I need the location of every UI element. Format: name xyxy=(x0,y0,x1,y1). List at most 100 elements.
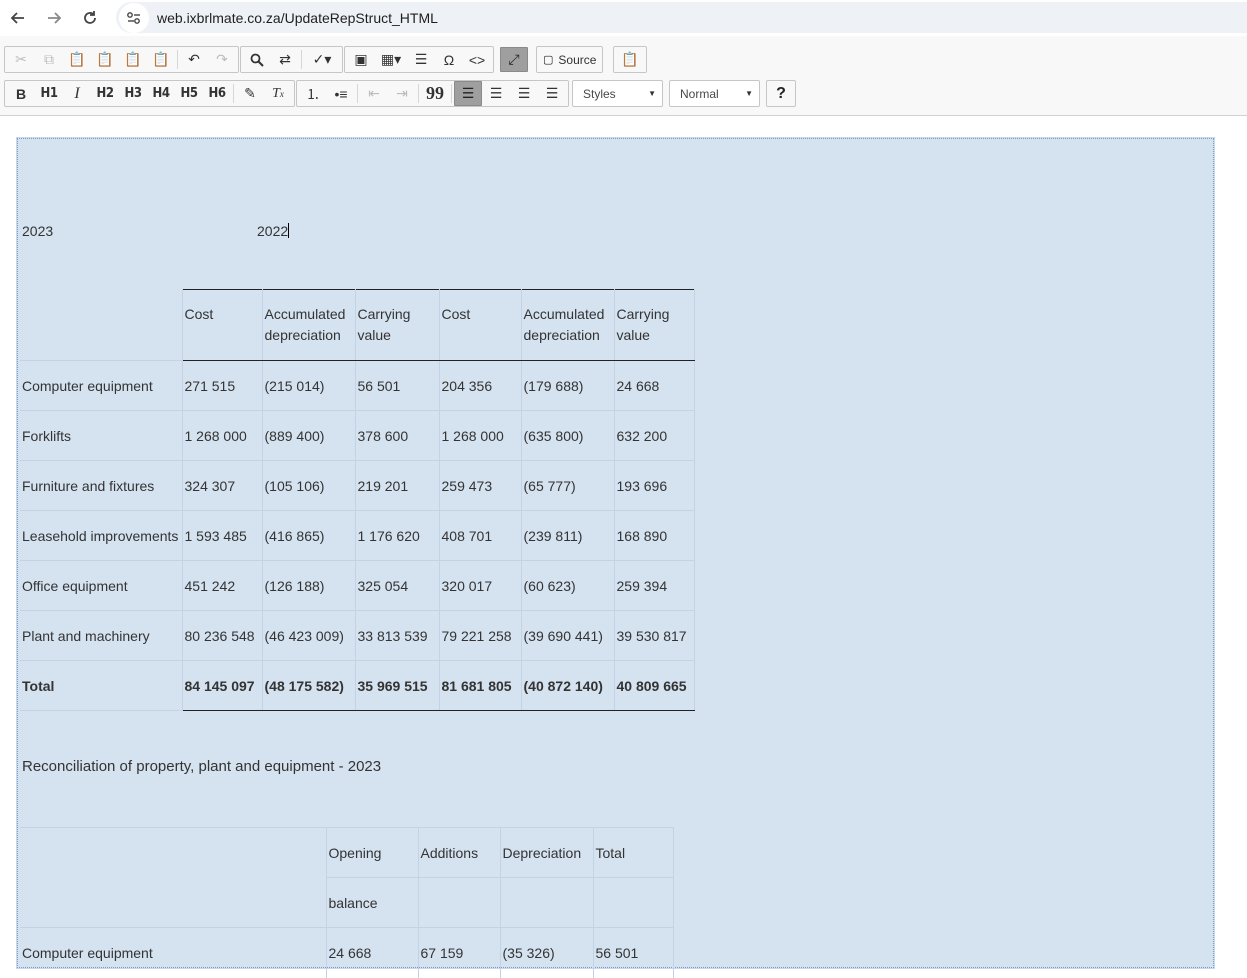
row-label[interactable]: Plant and machinery xyxy=(20,610,183,661)
table-cell[interactable]: 1 268 000 xyxy=(439,410,522,461)
table-cell[interactable]: 451 242 xyxy=(182,560,263,611)
table-cell[interactable]: (889 400) xyxy=(262,410,356,461)
help-button[interactable]: ? xyxy=(766,80,796,107)
editor-content-area[interactable]: 2023 2022 Cost Accumulated depreciation Car… xyxy=(0,117,1247,978)
table-cell[interactable]: 24 668 xyxy=(326,927,419,978)
recon-column-header[interactable]: balance xyxy=(326,877,419,928)
recon-column-header[interactable]: Additions xyxy=(418,827,501,878)
table-cell[interactable]: 632 200 xyxy=(614,410,695,461)
remove-format-icon[interactable]: Tx xyxy=(264,81,292,106)
h5-button[interactable]: H5 xyxy=(175,81,203,106)
bold-icon[interactable]: B xyxy=(7,81,35,106)
row-label[interactable]: Computer equipment xyxy=(20,360,183,411)
table-cell[interactable]: (239 811) xyxy=(521,510,615,561)
table-cell[interactable]: (126 188) xyxy=(262,560,356,611)
recon-column-header[interactable] xyxy=(418,877,501,928)
spellcheck-icon[interactable]: ✓▾ xyxy=(304,47,340,72)
copy-format-icon[interactable]: ✎ xyxy=(236,81,264,106)
forward-icon[interactable] xyxy=(42,6,66,30)
h6-button[interactable]: H6 xyxy=(203,81,231,106)
recon-header-blank[interactable] xyxy=(20,827,327,928)
ppe-column-header[interactable]: Accumulated depreciation xyxy=(262,289,356,361)
recon-column-header[interactable]: Depreciation xyxy=(500,827,594,878)
table-cell[interactable]: 324 307 xyxy=(182,460,263,511)
outdent-icon[interactable]: ⇤ xyxy=(360,81,388,106)
table-cell[interactable]: 219 201 xyxy=(355,460,440,511)
image-icon[interactable]: ▣ xyxy=(347,47,375,72)
table-cell[interactable]: 325 054 xyxy=(355,560,440,611)
table-cell[interactable]: 35 969 515 xyxy=(355,660,440,711)
reload-icon[interactable] xyxy=(78,6,102,30)
table-cell[interactable]: 80 236 548 xyxy=(182,610,263,661)
paste-icon[interactable]: 📋 xyxy=(63,47,91,72)
table-cell[interactable]: 84 145 097 xyxy=(182,660,263,711)
ppe-header-blank[interactable] xyxy=(20,289,183,361)
table-cell[interactable]: (60 623) xyxy=(521,560,615,611)
table-cell[interactable]: 193 696 xyxy=(614,460,695,511)
redo-icon[interactable]: ↷ xyxy=(208,47,236,72)
table-cell[interactable]: 271 515 xyxy=(182,360,263,411)
table-cell[interactable]: 1 593 485 xyxy=(182,510,263,561)
table-cell[interactable]: 320 017 xyxy=(439,560,522,611)
table-cell[interactable]: (65 777) xyxy=(521,460,615,511)
table-cell[interactable]: 81 681 805 xyxy=(439,660,522,711)
paste-text-icon[interactable]: 📋 xyxy=(91,47,119,72)
h2-button[interactable]: H2 xyxy=(91,81,119,106)
justify-icon[interactable]: ☰ xyxy=(538,81,566,106)
h4-button[interactable]: H4 xyxy=(147,81,175,106)
cut-icon[interactable]: ✂ xyxy=(7,47,35,72)
ppe-column-header[interactable]: Carrying value xyxy=(614,289,695,361)
table-cell[interactable]: (416 865) xyxy=(262,510,356,561)
blockquote-icon[interactable]: 99 xyxy=(421,81,449,106)
ppe-column-header[interactable]: Cost xyxy=(439,289,522,361)
site-info-icon[interactable] xyxy=(119,2,149,33)
recon-column-header[interactable] xyxy=(593,877,674,928)
bulleted-list-icon[interactable]: •≡ xyxy=(327,81,355,106)
table-icon[interactable]: ▦▾ xyxy=(375,47,407,72)
numbered-list-icon[interactable]: ⒈ xyxy=(299,81,327,106)
table-cell[interactable]: 56 501 xyxy=(593,927,674,978)
table-cell[interactable]: 408 701 xyxy=(439,510,522,561)
table-cell[interactable]: (215 014) xyxy=(262,360,356,411)
table-cell[interactable]: 378 600 xyxy=(355,410,440,461)
address-bar[interactable]: web.ixbrlmate.co.za/UpdateRepStruct_HTML xyxy=(116,2,1247,33)
undo-icon[interactable]: ↶ xyxy=(180,47,208,72)
table-cell[interactable]: 1 176 620 xyxy=(355,510,440,561)
table-cell[interactable]: 1 268 000 xyxy=(182,410,263,461)
maximize-icon[interactable]: ⤢ xyxy=(500,47,528,72)
copy-icon[interactable]: ⧉ xyxy=(35,47,63,72)
table-cell[interactable]: (35 326) xyxy=(500,927,594,978)
table-cell[interactable]: 259 473 xyxy=(439,460,522,511)
row-label[interactable]: Forklifts xyxy=(20,410,183,461)
templates-icon[interactable]: 📋 xyxy=(616,47,644,72)
ppe-column-header[interactable]: Cost xyxy=(182,289,263,361)
row-label[interactable]: Leasehold improvements xyxy=(20,510,183,561)
table-cell[interactable]: (48 175 582) xyxy=(262,660,356,711)
styles-dropdown[interactable]: Styles ▼ xyxy=(572,80,663,107)
table-cell[interactable]: (105 106) xyxy=(262,460,356,511)
align-left-icon[interactable]: ☰ xyxy=(454,81,482,106)
row-label[interactable]: Computer equipment xyxy=(20,927,327,978)
align-center-icon[interactable]: ☰ xyxy=(482,81,510,106)
table-cell[interactable]: (40 872 140) xyxy=(521,660,615,711)
table-cell[interactable]: (179 688) xyxy=(521,360,615,411)
table-cell[interactable]: 204 356 xyxy=(439,360,522,411)
table-cell[interactable]: (635 800) xyxy=(521,410,615,461)
h3-button[interactable]: H3 xyxy=(119,81,147,106)
paste-word-icon[interactable]: 📋 xyxy=(119,47,147,72)
recon-column-header[interactable]: Opening xyxy=(326,827,419,878)
table-cell[interactable]: 39 530 817 xyxy=(614,610,695,661)
table-cell[interactable]: (46 423 009) xyxy=(262,610,356,661)
recon-column-header[interactable]: Total xyxy=(593,827,674,878)
table-cell[interactable]: 40 809 665 xyxy=(614,660,695,711)
row-label[interactable]: Furniture and fixtures xyxy=(20,460,183,511)
table-cell[interactable]: 168 890 xyxy=(614,510,695,561)
italic-icon[interactable]: I xyxy=(63,81,91,106)
table-cell[interactable]: 259 394 xyxy=(614,560,695,611)
source-button[interactable]: ▢ Source xyxy=(536,46,604,73)
ppe-column-header[interactable]: Carrying value xyxy=(355,289,440,361)
find-icon[interactable] xyxy=(243,47,271,72)
align-right-icon[interactable]: ☰ xyxy=(510,81,538,106)
row-label[interactable]: Office equipment xyxy=(20,560,183,611)
special-char-icon[interactable]: Ω xyxy=(435,47,463,72)
